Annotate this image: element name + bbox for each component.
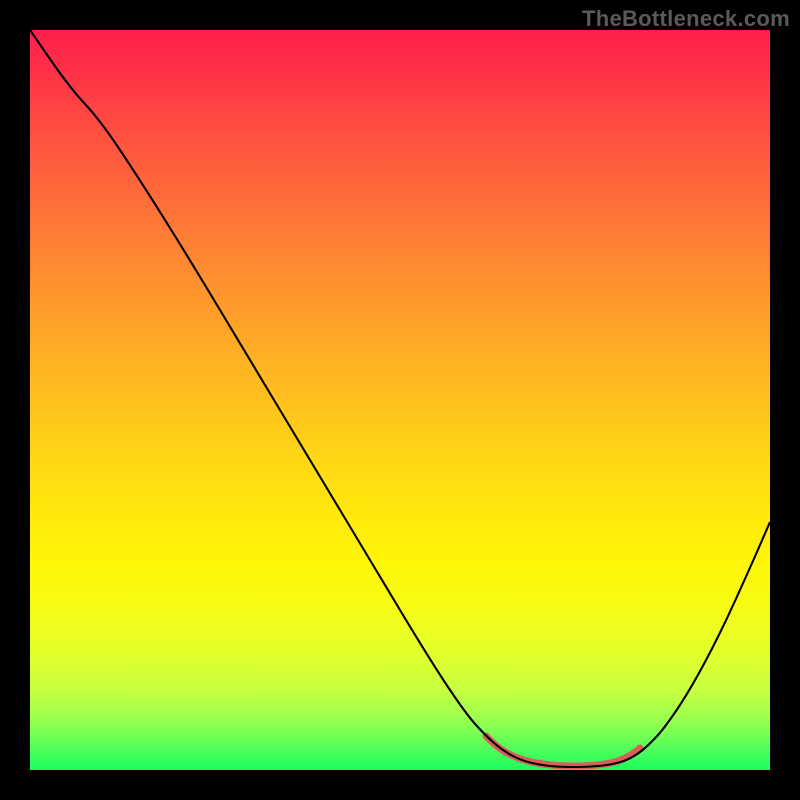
chart-container: TheBottleneck.com (0, 0, 800, 800)
watermark-text: TheBottleneck.com (582, 6, 790, 32)
accent-curve (486, 736, 640, 766)
main-curve (30, 30, 770, 767)
chart-svg (30, 30, 770, 770)
plot-area (30, 30, 770, 770)
